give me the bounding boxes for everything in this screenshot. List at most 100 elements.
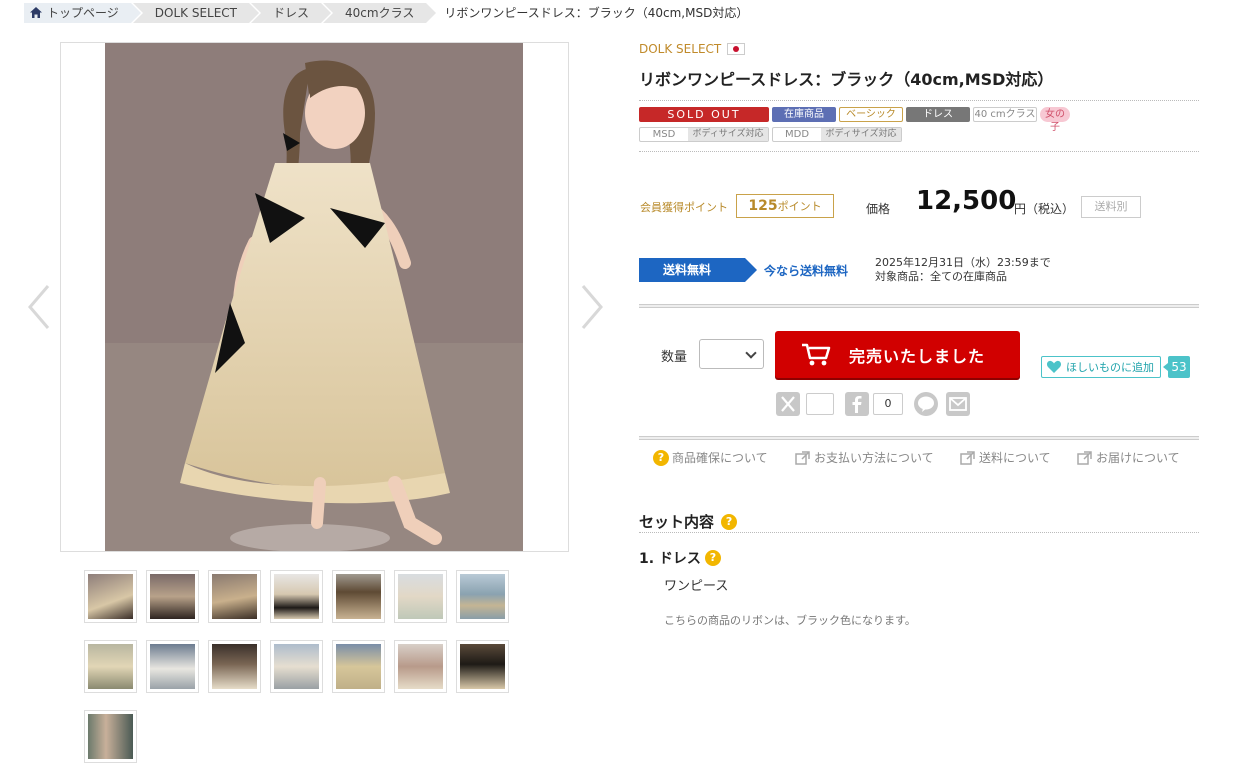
main-product-photo[interactable] — [105, 43, 523, 551]
price-value: 12,500 — [916, 186, 1017, 216]
help-icon[interactable]: ? — [721, 513, 738, 530]
next-image-arrow-icon[interactable] — [577, 282, 607, 332]
prev-image-arrow-icon[interactable] — [24, 282, 54, 332]
thumbnail[interactable] — [456, 640, 509, 693]
heart-icon — [1046, 360, 1062, 373]
body-size-note: ボディサイズ対応 — [821, 128, 901, 141]
breadcrumb-item-brand[interactable]: DOLK SELECT — [132, 3, 262, 23]
breadcrumb-home[interactable]: トップページ — [24, 3, 143, 23]
thumbnail[interactable] — [456, 570, 509, 623]
thumbnail[interactable] — [84, 640, 137, 693]
home-icon — [30, 7, 42, 18]
set-contents-heading: セット内容 ? — [639, 511, 738, 532]
thumbnail[interactable] — [84, 710, 137, 763]
help-icon[interactable]: ? — [704, 550, 721, 566]
info-link-shipping[interactable]: 送料について — [960, 449, 1051, 466]
thumbnail[interactable] — [146, 570, 199, 623]
sold-out-button[interactable]: 完売いたしました — [775, 331, 1020, 378]
info-link-reservation[interactable]: ? 商品確保について — [653, 449, 768, 466]
wishlist-label: ほしいものに追加 — [1066, 361, 1154, 374]
x-share-count — [806, 393, 834, 415]
price-unit: 円（税込） — [1014, 202, 1075, 216]
free-shipping-until: 2025年12月31日（水）23:59まで — [875, 256, 1051, 269]
thumbnail[interactable] — [208, 570, 261, 623]
set-item-description: ワンピース — [664, 579, 729, 594]
cart-icon — [802, 343, 831, 365]
info-link-label: お支払い方法について — [814, 451, 934, 465]
breadcrumb-item-category[interactable]: ドレス — [251, 3, 334, 23]
set-item-note: こちらの商品のリボンは、ブラック色になります。 — [664, 614, 916, 627]
points-value: 125 — [748, 198, 778, 214]
body-size-tag-msd: MSD ボディサイズ対応 — [639, 127, 769, 142]
body-size-name: MDD — [784, 129, 810, 140]
facebook-share-button[interactable] — [845, 392, 869, 416]
stock-tag: 在庫商品 — [772, 107, 836, 122]
info-link-delivery[interactable]: お届けについて — [1077, 449, 1180, 466]
free-shipping-badge: 送料無料 — [639, 258, 757, 282]
add-to-wishlist-button[interactable]: ほしいものに追加 — [1041, 356, 1161, 378]
facebook-share-count: 0 — [873, 393, 903, 415]
external-link-icon — [1077, 450, 1092, 465]
external-link-icon — [795, 450, 810, 465]
set-item-title: 1. ドレス — [639, 551, 701, 567]
body-size-tag-mdd: MDD ボディサイズ対応 — [772, 127, 902, 142]
brand-name[interactable]: DOLK SELECT — [639, 42, 721, 56]
thumbnail[interactable] — [332, 570, 385, 623]
body-size-name: MSD — [652, 129, 676, 140]
chevron-down-icon — [745, 347, 757, 359]
wishlist-count: 53 — [1163, 356, 1190, 378]
shipping-extra-badge: 送料別 — [1081, 196, 1141, 218]
mail-icon — [949, 397, 967, 411]
breadcrumb-current: リボンワンピースドレス：ブラック（40cm,MSD対応） — [444, 6, 749, 20]
set-item-heading: 1. ドレス ? — [639, 548, 721, 568]
question-icon: ? — [653, 449, 669, 466]
thumbnail[interactable] — [208, 640, 261, 693]
thumbnail[interactable] — [270, 640, 323, 693]
info-link-label: 商品確保について — [672, 451, 768, 465]
price-label: 価格 — [866, 202, 891, 216]
quantity-select[interactable] — [699, 339, 764, 369]
breadcrumb: トップページ DOLK SELECT ドレス 40cmクラス リボンワンピースド… — [24, 2, 762, 24]
info-link-payment[interactable]: お支払い方法について — [795, 449, 934, 466]
points-badge: 125ポイント — [736, 194, 834, 218]
main-image-frame — [60, 42, 569, 552]
section-divider — [639, 304, 1199, 308]
free-shipping-target: 対象商品：全ての在庫商品 — [875, 270, 1007, 283]
thumbnail[interactable] — [146, 640, 199, 693]
section-divider — [639, 436, 1199, 440]
info-link-label: 送料について — [979, 451, 1051, 465]
info-link-label: お届けについて — [1096, 451, 1180, 465]
breadcrumb-home-label: トップページ — [47, 6, 119, 20]
sold-out-button-label: 完売いたしました — [849, 346, 986, 366]
dress-tag: ドレス — [906, 107, 970, 122]
japan-flag-icon — [727, 43, 746, 55]
divider — [639, 532, 1199, 533]
divider — [639, 151, 1199, 152]
email-share-button[interactable] — [946, 392, 970, 416]
size-class-tag: 40 cmクラス — [973, 107, 1037, 122]
free-shipping-period: 2025年12月31日（水）23:59まで 対象商品：全ての在庫商品 — [875, 256, 1051, 284]
thumbnail[interactable] — [270, 570, 323, 623]
chat-bubble-icon — [918, 396, 934, 412]
thumbnail[interactable] — [84, 570, 137, 623]
set-contents-title: セット内容 — [639, 513, 715, 531]
external-link-icon — [960, 450, 975, 465]
product-title: リボンワンピースドレス：ブラック（40cm,MSD対応） — [639, 70, 1054, 89]
facebook-icon — [852, 396, 862, 413]
line-share-button[interactable] — [914, 392, 938, 416]
free-shipping-now: 今なら送料無料 — [764, 264, 849, 278]
body-size-note: ボディサイズ対応 — [688, 128, 768, 141]
breadcrumb-item-size[interactable]: 40cmクラス — [323, 3, 439, 23]
doll-photo-illustration — [105, 43, 523, 551]
thumbnail[interactable] — [394, 640, 447, 693]
quantity-label: 数量 — [661, 350, 688, 365]
brand-label: DOLK SELECT — [639, 42, 746, 56]
thumbnail[interactable] — [332, 640, 385, 693]
points-label: 会員獲得ポイント — [640, 201, 728, 214]
points-unit: ポイント — [777, 200, 822, 213]
soldout-tag: SOLD OUT — [639, 107, 769, 122]
girl-tag: 女の子 — [1040, 107, 1070, 133]
divider — [639, 100, 1199, 101]
thumbnail[interactable] — [394, 570, 447, 623]
x-share-button[interactable] — [776, 392, 800, 416]
